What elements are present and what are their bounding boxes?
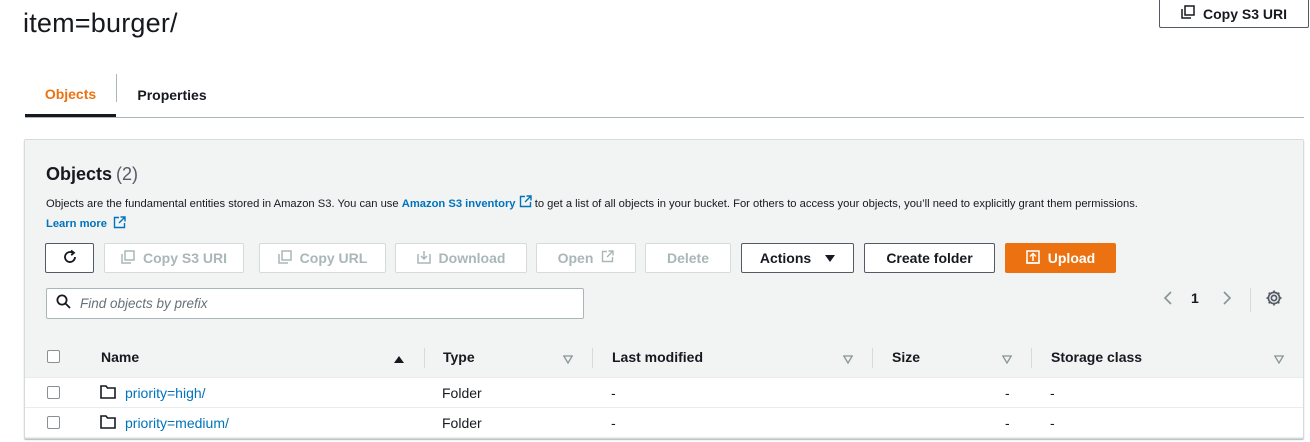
actions-label: Actions: [759, 250, 812, 266]
sort-icon[interactable]: [562, 351, 574, 369]
upload-button[interactable]: Upload: [1005, 243, 1116, 273]
tab-properties[interactable]: Properties: [117, 73, 227, 117]
type-cell: Folder: [442, 415, 482, 431]
refresh-icon: [62, 249, 78, 268]
s3-inventory-link[interactable]: Amazon S3 inventory: [402, 198, 516, 210]
description-text-before: Objects are the fundamental entities sto…: [46, 197, 402, 210]
column-header-size[interactable]: Size: [892, 336, 920, 378]
column-separator: [424, 348, 425, 368]
type-cell: Folder: [442, 385, 482, 401]
external-link-icon: [519, 195, 532, 213]
download-button[interactable]: Download: [395, 243, 527, 273]
last-modified-cell: -: [611, 385, 616, 401]
caret-down-icon: [825, 250, 836, 266]
folder-link[interactable]: priority=medium/: [125, 415, 229, 431]
copy-url-button[interactable]: Copy URL: [259, 243, 386, 273]
delete-label: Delete: [666, 250, 710, 266]
download-icon: [416, 250, 431, 267]
external-link-icon: [601, 250, 615, 266]
open-label: Open: [557, 250, 594, 266]
create-folder-label: Create folder: [886, 250, 973, 266]
sort-icon[interactable]: [1001, 351, 1013, 369]
folder-icon: [100, 414, 116, 432]
search-field: [46, 288, 584, 319]
copy-s3-uri-header-button[interactable]: Copy S3 URI: [1159, 0, 1309, 28]
select-all-checkbox[interactable]: [47, 350, 60, 363]
copy-url-label: Copy URL: [299, 250, 368, 266]
table-row: priority=medium/ Folder - - -: [25, 408, 1303, 438]
current-page-number[interactable]: 1: [1191, 290, 1199, 306]
page-title: item=burger/: [23, 8, 178, 38]
objects-panel: Objects (2) Objects are the fundamental …: [24, 139, 1304, 439]
table-row: priority=high/ Folder - - -: [25, 378, 1303, 408]
upload-label: Upload: [1047, 250, 1096, 266]
open-button[interactable]: Open: [536, 243, 636, 273]
copy-s3-uri-button[interactable]: Copy S3 URI: [104, 243, 244, 273]
gear-icon: [1265, 289, 1283, 312]
sort-icon[interactable]: [1273, 351, 1285, 369]
copy-icon: [1181, 5, 1195, 22]
row-checkbox[interactable]: [47, 416, 60, 429]
column-header-type[interactable]: Type: [443, 336, 475, 378]
next-page-button[interactable]: [1218, 288, 1236, 312]
size-cell: -: [1005, 385, 1010, 401]
chevron-right-icon: [1222, 290, 1232, 311]
description-text-after: to get a list of all objects in your buc…: [531, 197, 1138, 210]
table-header: Name Type Last modified Size Storage cla…: [25, 336, 1303, 378]
copy-icon: [277, 249, 292, 267]
learn-more-link[interactable]: Learn more: [46, 216, 126, 232]
refresh-button[interactable]: [45, 243, 94, 273]
pager-divider: [1250, 288, 1251, 312]
learn-more-label: Learn more: [46, 218, 107, 230]
column-header-name[interactable]: Name: [101, 336, 139, 378]
column-separator: [592, 348, 593, 368]
copy-icon: [121, 249, 135, 267]
name-cell: priority=medium/: [100, 408, 229, 438]
column-header-last-modified[interactable]: Last modified: [612, 336, 703, 378]
folder-icon: [100, 384, 116, 402]
delete-button[interactable]: Delete: [645, 243, 731, 273]
size-cell: -: [1005, 415, 1010, 431]
column-separator: [1031, 348, 1032, 368]
last-modified-cell: -: [611, 415, 616, 431]
download-label: Download: [438, 250, 506, 266]
sort-ascending-icon[interactable]: [394, 351, 404, 369]
folder-link[interactable]: priority=high/: [125, 385, 206, 401]
name-cell: priority=high/: [100, 378, 206, 408]
search-icon: [56, 294, 71, 314]
copy-s3-uri-label: Copy S3 URI: [1202, 5, 1287, 22]
objects-heading: Objects: [46, 164, 113, 184]
chevron-left-icon: [1163, 290, 1173, 311]
column-header-storage-class[interactable]: Storage class: [1051, 336, 1142, 378]
search-input[interactable]: [80, 296, 560, 311]
upload-icon: [1026, 249, 1040, 267]
preferences-button[interactable]: [1263, 289, 1285, 311]
external-link-icon: [113, 216, 126, 232]
storage-class-cell: -: [1050, 415, 1055, 431]
tab-objects[interactable]: Objects: [25, 73, 116, 117]
create-folder-button[interactable]: Create folder: [864, 243, 995, 273]
objects-description: Objects are the fundamental entities sto…: [46, 195, 1138, 213]
copy-s3-uri-label: Copy S3 URI: [142, 250, 227, 266]
storage-class-cell: -: [1050, 385, 1055, 401]
row-checkbox[interactable]: [47, 386, 60, 399]
previous-page-button[interactable]: [1159, 288, 1177, 312]
actions-dropdown[interactable]: Actions: [741, 243, 854, 273]
objects-count: (2): [116, 164, 138, 184]
sort-icon[interactable]: [842, 351, 854, 369]
column-separator: [872, 348, 873, 368]
tab-bar: Objects Properties: [25, 73, 1304, 118]
